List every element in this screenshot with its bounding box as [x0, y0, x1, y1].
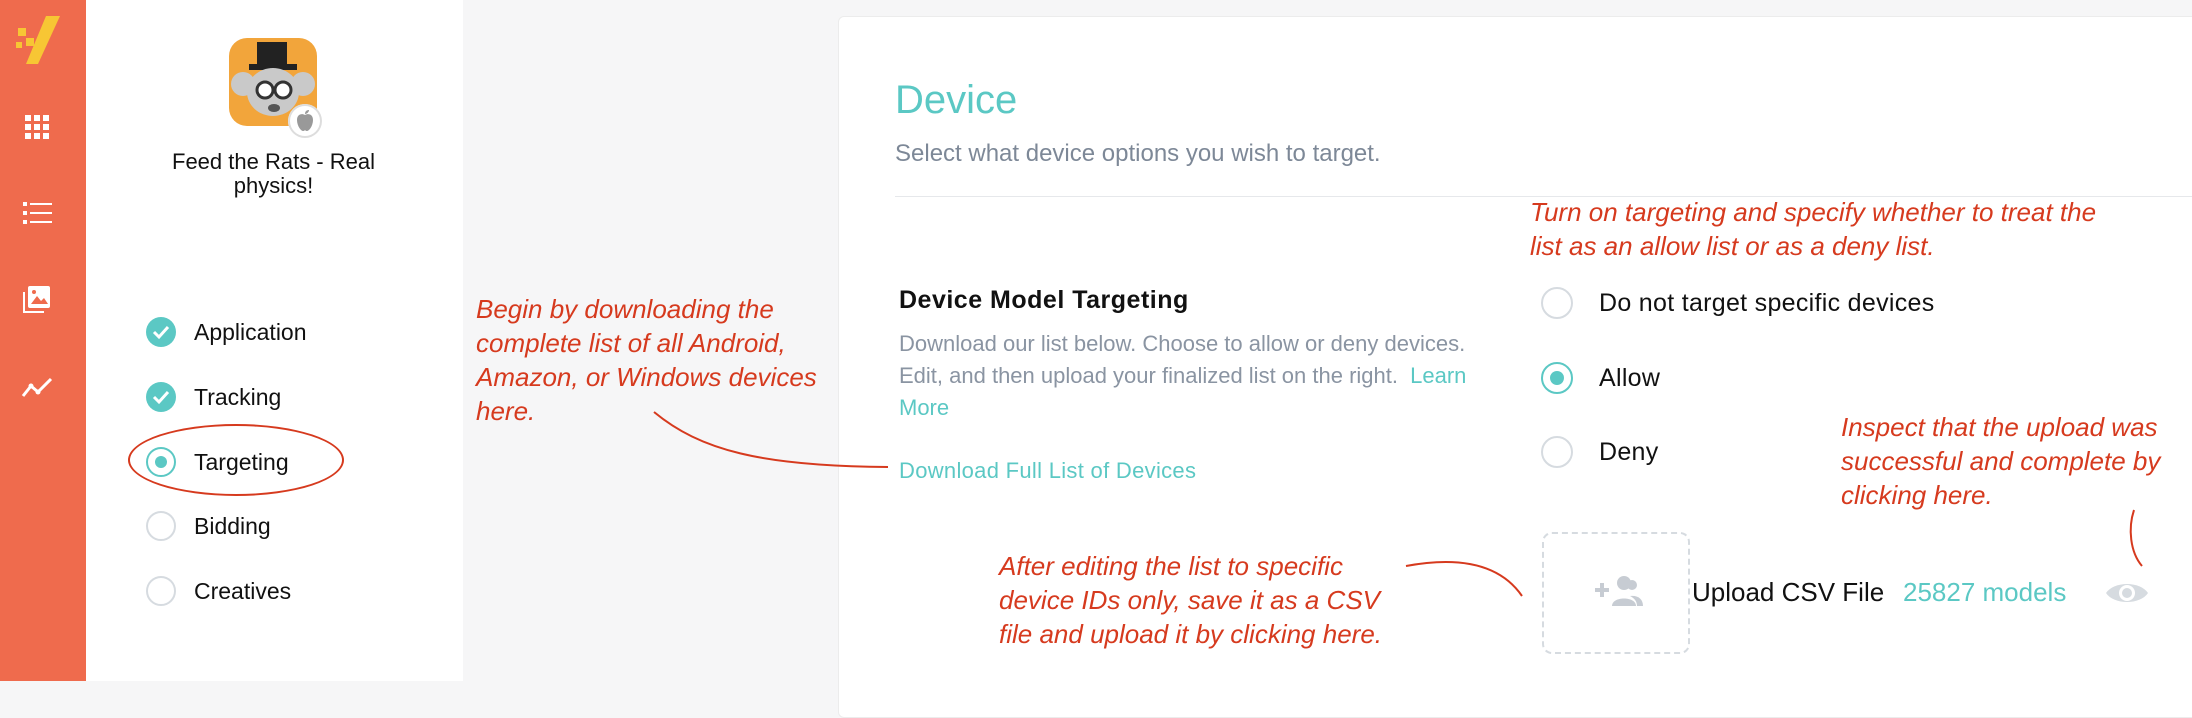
image-icon[interactable]: [20, 282, 54, 316]
step-label: Bidding: [194, 512, 271, 539]
step-application[interactable]: Application: [146, 316, 307, 348]
app-title: Feed the Rats - Real physics!: [172, 149, 375, 198]
list-icon[interactable]: [20, 196, 54, 230]
option-allow[interactable]: Allow: [1541, 361, 1660, 395]
page-subtitle: Select what device options you wish to t…: [895, 140, 1381, 167]
option-deny[interactable]: Deny: [1541, 435, 1659, 469]
check-icon: [146, 382, 176, 412]
annotation-targeting: Turn on targeting and specify whether to…: [1530, 197, 2097, 261]
add-users-icon: [1595, 576, 1643, 606]
step-label: Application: [194, 318, 307, 345]
targeting-highlight-circle: [128, 424, 344, 496]
step-label: Creatives: [194, 577, 292, 604]
trend-icon[interactable]: [20, 370, 54, 404]
radio-button[interactable]: [1541, 362, 1573, 394]
check-icon: [146, 317, 176, 347]
brand-logo-icon[interactable]: [16, 14, 66, 66]
grid-icon[interactable]: [20, 110, 54, 144]
upload-label: Upload CSV File: [1692, 577, 1885, 607]
annotation-download: Begin by downloading the complete list o…: [476, 294, 817, 426]
annotation-inspect: Inspect that the upload was successful a…: [1841, 412, 2161, 510]
option-label: Do not target specific devices: [1599, 288, 1935, 317]
step-tracking[interactable]: Tracking: [146, 381, 281, 413]
description-text: Download our list below. Choose to allow…: [899, 331, 1466, 388]
annotation-upload: After editing the list to specific devic…: [999, 551, 1383, 649]
option-label: Deny: [1599, 437, 1659, 466]
steps-panel: Feed the Rats - Real physics! Applicatio…: [86, 0, 463, 681]
page-title: Device: [895, 78, 1018, 122]
eye-icon[interactable]: [2104, 578, 2150, 613]
apple-icon: [288, 104, 322, 138]
radio-button[interactable]: [1541, 436, 1573, 468]
radio-button[interactable]: [1541, 287, 1573, 319]
option-label: Allow: [1599, 363, 1661, 392]
upload-csv-button[interactable]: [1542, 532, 1690, 654]
pending-step-icon: [146, 511, 176, 541]
step-creatives[interactable]: Creatives: [146, 575, 291, 607]
device-model-description: Download our list below. Choose to allow…: [899, 328, 1474, 424]
step-bidding[interactable]: Bidding: [146, 510, 271, 542]
pending-step-icon: [146, 576, 176, 606]
upload-count: 25827 models: [1903, 577, 2067, 607]
device-model-title: Device Model Targeting: [899, 286, 1189, 314]
option-no-targeting[interactable]: Do not target specific devices: [1541, 286, 1935, 320]
download-devices-link[interactable]: Download Full List of Devices: [899, 458, 1196, 484]
app-sidebar: [0, 0, 86, 681]
step-label: Tracking: [194, 383, 282, 410]
